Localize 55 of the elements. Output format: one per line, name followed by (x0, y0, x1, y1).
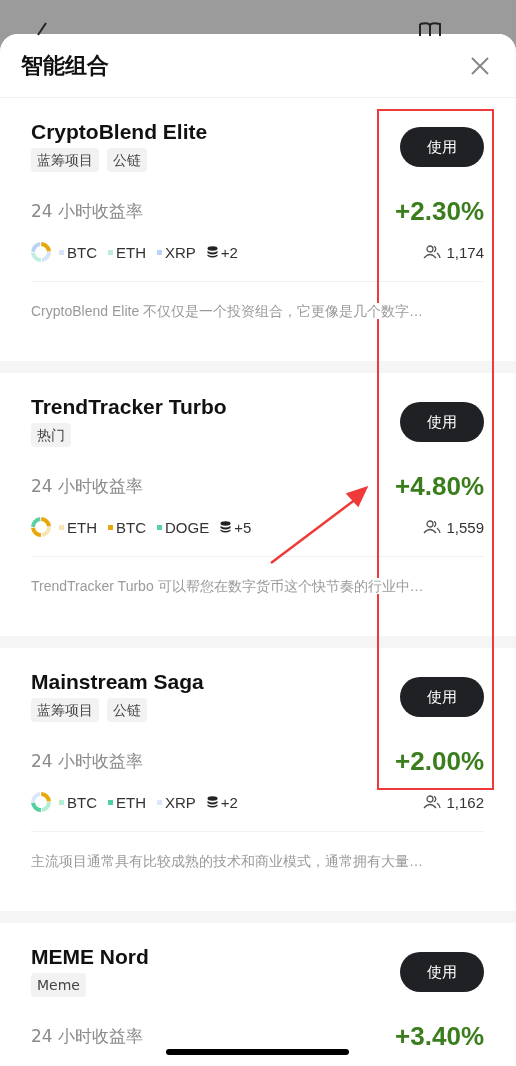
users-icon (423, 520, 442, 534)
coin-stack-icon (206, 796, 218, 808)
coin-symbol: ETH (116, 793, 146, 811)
allocation-donut-icon (31, 242, 51, 262)
coin-symbol: BTC (67, 793, 97, 811)
coin-symbol: ETH (67, 518, 97, 536)
follower-count: 1,162 (446, 793, 484, 811)
coin-stack-icon (206, 246, 218, 258)
tag: 公链 (107, 698, 147, 722)
close-icon[interactable] (470, 55, 490, 76)
follower-count: 1,174 (446, 243, 484, 261)
tag: 公链 (107, 148, 147, 172)
portfolio-description: 主流项目通常具有比较成熟的技术和商业模式，通常拥有大量… (31, 853, 423, 869)
tag: 蓝筹项目 (31, 698, 99, 722)
users-icon (423, 245, 442, 259)
coin-symbol: XRP (165, 793, 196, 811)
coin-symbol: ETH (116, 243, 146, 261)
return-value: +2.00% (395, 745, 484, 777)
coin-symbol: BTC (67, 243, 97, 261)
portfolio-name: TrendTracker Turbo (31, 394, 227, 420)
use-button[interactable]: 使用 (400, 952, 484, 992)
portfolio-name: CryptoBlend Elite (31, 119, 208, 145)
coin-symbol: XRP (165, 243, 196, 261)
portfolio-card[interactable]: Mainstream Saga 蓝筹项目 公链 使用 24 小时收益率 +2.00% BTC ETH XRP +2 1,162 主流项目通常具有比较成熟的技术和商业模式，通常拥有大量… (0, 648, 516, 911)
portfolio-card[interactable]: MEME Nord Meme 使用 24 小时收益率 +3.40% (0, 923, 516, 1066)
allocation-donut-icon (31, 517, 51, 537)
portfolio-card[interactable]: TrendTracker Turbo 热门 使用 24 小时收益率 +4.80% ETH BTC DOGE +5 1,559 TrendTracker Turbo 可以帮您在数字货币这个快节奏的行业中… (0, 373, 516, 636)
more-coins-count: +5 (234, 518, 252, 536)
return-value: +3.40% (395, 1020, 484, 1052)
use-button[interactable]: 使用 (400, 402, 484, 442)
coin-symbol: BTC (116, 518, 146, 536)
tag: Meme (31, 973, 86, 997)
more-coins-count: +2 (220, 243, 238, 261)
return-label: 24 小时收益率 (31, 749, 144, 773)
portfolio-card[interactable]: CryptoBlend Elite 蓝筹项目 公链 使用 24 小时收益率 +2.30% BTC ETH XRP +2 1,174 CryptoBlend Elite 不仅仅是一个投资组合，它更像是几个数字… (0, 98, 516, 361)
return-value: +2.30% (395, 195, 484, 227)
tag: 蓝筹项目 (31, 148, 99, 172)
coin-stack-icon (220, 521, 232, 533)
portfolio-name: MEME Nord (31, 944, 149, 970)
coin-symbol: DOGE (165, 518, 210, 536)
portfolio-description: TrendTracker Turbo 可以帮您在数字货币这个快节奏的行业中… (31, 578, 424, 594)
more-coins-count: +2 (220, 793, 238, 811)
users-icon (423, 795, 442, 809)
sheet-title: 智能组合 (21, 51, 109, 80)
use-button[interactable]: 使用 (400, 127, 484, 167)
allocation-donut-icon (31, 792, 51, 812)
tag: 热门 (31, 423, 71, 447)
return-label: 24 小时收益率 (31, 1024, 144, 1048)
return-label: 24 小时收益率 (31, 199, 144, 223)
return-value: +4.80% (395, 470, 484, 502)
use-button[interactable]: 使用 (400, 677, 484, 717)
follower-count: 1,559 (446, 518, 484, 536)
return-label: 24 小时收益率 (31, 474, 144, 498)
portfolio-description: CryptoBlend Elite 不仅仅是一个投资组合，它更像是几个数字… (31, 303, 424, 319)
portfolio-name: Mainstream Saga (31, 669, 204, 695)
